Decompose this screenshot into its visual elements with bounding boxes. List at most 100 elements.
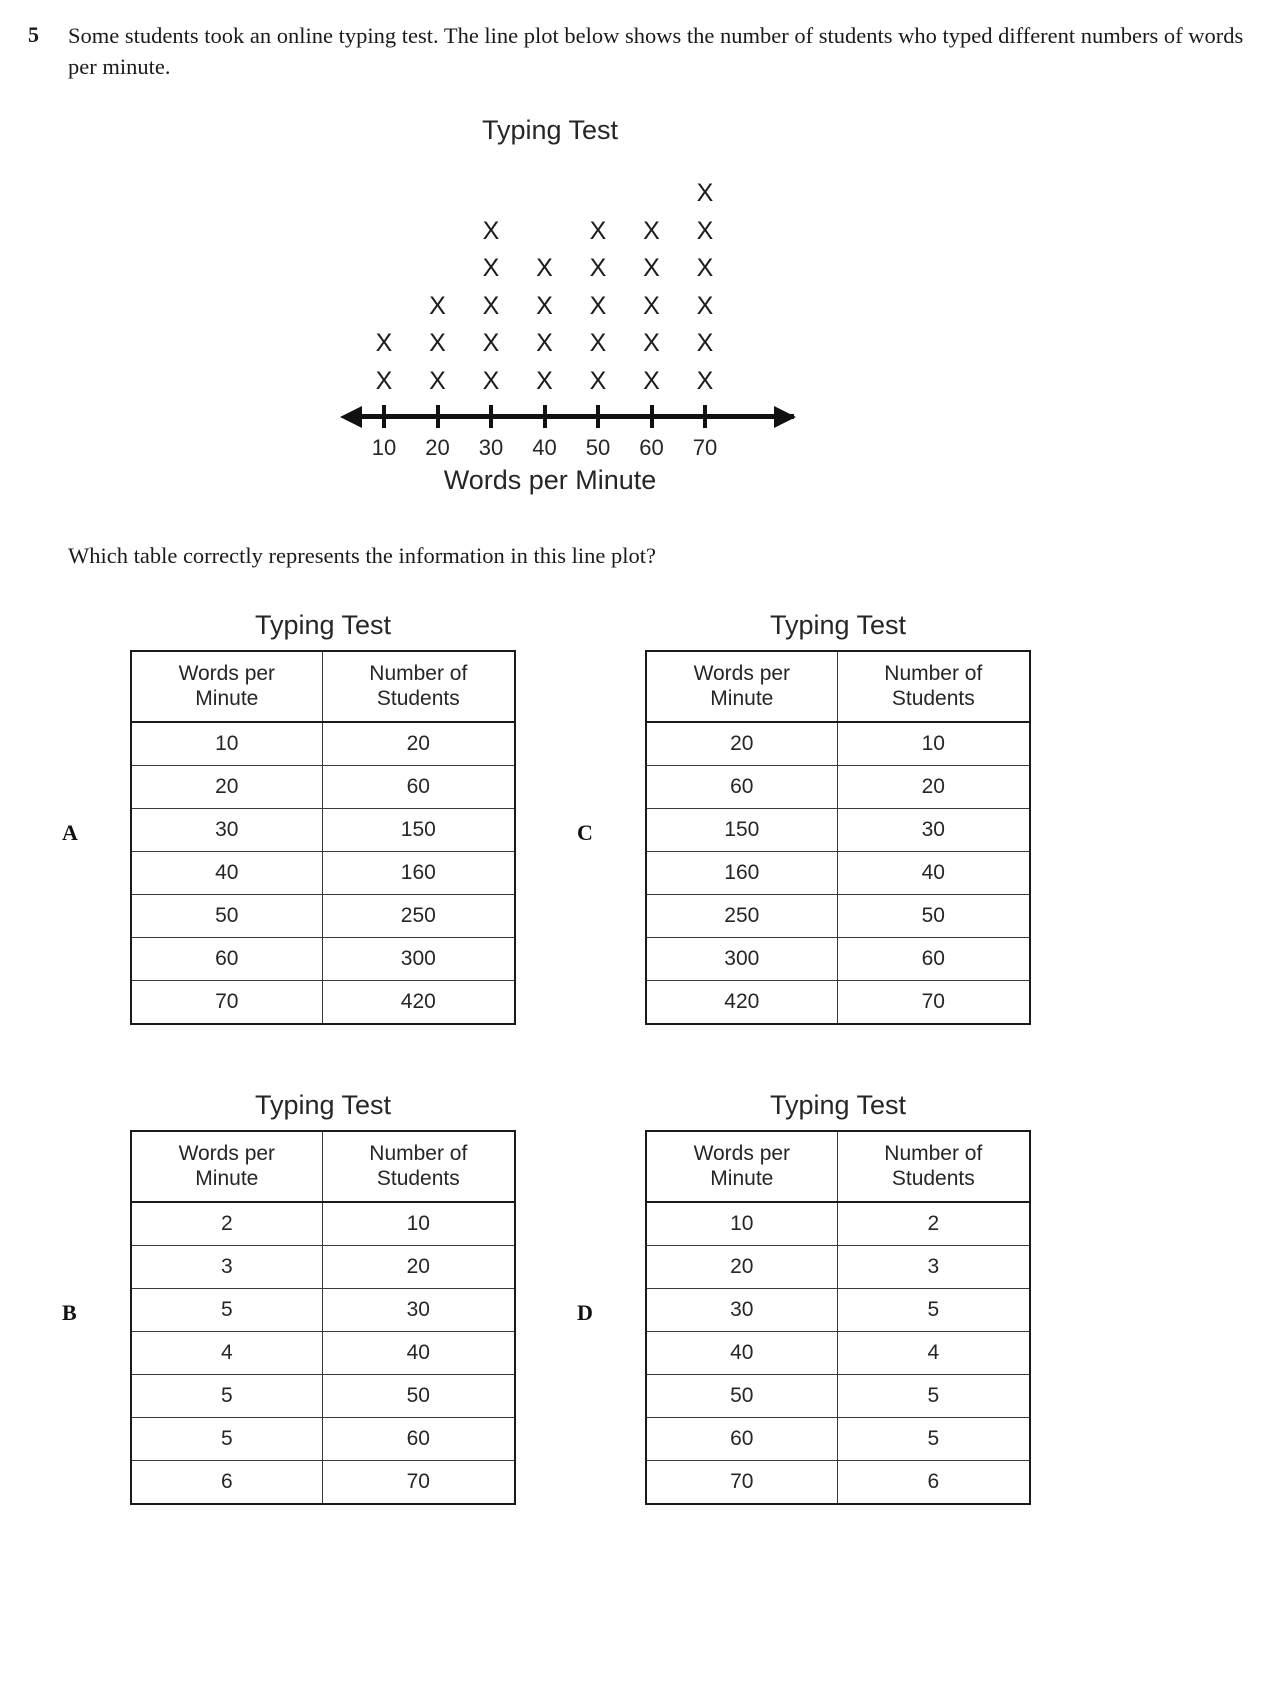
axis-tick-label: 30 <box>478 435 504 460</box>
table-cell: 20 <box>321 1245 516 1289</box>
axis-tick-label: 20 <box>425 435 450 460</box>
axis-tick <box>649 405 654 428</box>
x-mark-icon: X <box>696 291 714 320</box>
x-mark-icon: X <box>429 366 446 395</box>
option-a[interactable]: A Typing Test Words per Minute Number of Stud… <box>62 610 516 1025</box>
table-cell: 5 <box>130 1374 323 1418</box>
table-cell: 150 <box>645 808 838 852</box>
option-table[interactable]: Words per Minute Number of Students 10 2 20 3 30… <box>645 1130 1031 1505</box>
axis-tick-label: 70 <box>692 435 718 460</box>
table-row: 40 160 <box>130 851 516 895</box>
table-header-row: Words per Minute Number of Students <box>645 650 1031 723</box>
x-mark-icon: X <box>429 329 446 357</box>
column-header: Words per Minute <box>645 650 838 723</box>
table-row: 3 20 <box>130 1245 516 1289</box>
table-row: 6 70 <box>130 1460 516 1505</box>
table-row: 5 50 <box>130 1374 516 1418</box>
axis-title: Words per Minute <box>443 465 657 495</box>
table-cell: 40 <box>836 851 1031 895</box>
table-row: 60 5 <box>645 1417 1031 1461</box>
x-mark-icon: X <box>375 329 393 357</box>
option-letter: B <box>62 1300 77 1325</box>
table-cell: 5 <box>836 1288 1031 1332</box>
column-header: Words per Minute <box>130 650 323 723</box>
line-plot-axis <box>340 400 820 440</box>
table-cell: 10 <box>645 1201 838 1246</box>
x-mark-icon: X <box>536 291 553 320</box>
table-cell: 30 <box>836 808 1031 852</box>
line-plot-column: XXX <box>416 288 460 401</box>
table-cell: 10 <box>130 721 323 766</box>
option-table[interactable]: Words per Minute Number of Students 2 10 3 20 5 3… <box>130 1130 516 1505</box>
x-mark-icon: X <box>643 329 660 357</box>
option-d[interactable]: D Typing Test Words per Minute Number of Stud… <box>577 1090 1031 1505</box>
axis-tick <box>489 405 493 428</box>
table-cell: 70 <box>321 1460 516 1505</box>
column-header: Number of Students <box>836 650 1031 723</box>
table-row: 20 10 <box>645 721 1031 766</box>
x-mark-icon: X <box>482 366 500 395</box>
table-row: 60 20 <box>645 765 1031 809</box>
table-cell: 4 <box>836 1331 1031 1375</box>
column-header: Number of Students <box>836 1130 1031 1203</box>
option-table[interactable]: Words per Minute Number of Students 10 20 20 60… <box>130 650 516 1025</box>
column-header: Number of Students <box>321 650 516 723</box>
table-cell: 50 <box>645 1374 838 1418</box>
table-row: 10 2 <box>645 1201 1031 1246</box>
option-table[interactable]: Words per Minute Number of Students 20 10 60 20… <box>645 650 1031 1025</box>
line-plot-column: XXXXX <box>576 213 620 401</box>
x-mark-icon: X <box>536 366 553 395</box>
option-table-title: Typing Test <box>769 610 907 640</box>
line-plot-column: XXXXX <box>630 213 674 401</box>
table-cell: 40 <box>130 851 323 895</box>
table-cell: 2 <box>836 1201 1031 1246</box>
table-row: 70 420 <box>130 980 516 1025</box>
table-cell: 40 <box>645 1331 838 1375</box>
x-mark-icon: X <box>643 254 660 282</box>
table-cell: 20 <box>836 765 1031 809</box>
option-c[interactable]: C Typing Test Words per Minute Number of Stud… <box>577 610 1031 1025</box>
table-header-row: Words per Minute Number of Students <box>130 650 516 723</box>
table-row: 30 150 <box>130 808 516 852</box>
table-cell: 160 <box>321 851 516 895</box>
table-row: 10 20 <box>130 721 516 766</box>
table-cell: 420 <box>645 980 838 1025</box>
x-mark-icon: X <box>375 366 393 395</box>
table-cell: 20 <box>645 721 838 766</box>
axis-tick <box>703 405 707 428</box>
table-cell: 250 <box>645 894 838 938</box>
table-header-row: Words per Minute Number of Students <box>645 1130 1031 1203</box>
option-table-title: Typing Test <box>254 610 392 640</box>
question-text: Some students took an online typing test… <box>68 23 1244 79</box>
table-row: 420 70 <box>645 980 1031 1025</box>
x-mark-icon: X <box>589 329 607 357</box>
x-mark-icon: X <box>696 366 714 395</box>
x-mark-icon: X <box>643 366 660 395</box>
table-cell: 30 <box>321 1288 516 1332</box>
option-letter: C <box>577 820 593 845</box>
table-cell: 250 <box>321 894 516 938</box>
table-cell: 6 <box>130 1460 323 1505</box>
axis-arrow-right-icon <box>774 405 796 428</box>
table-cell: 30 <box>645 1288 838 1332</box>
table-cell: 300 <box>645 937 838 981</box>
option-b[interactable]: B Typing Test Words per Minute Number of Stud… <box>62 1090 516 1505</box>
x-mark-icon: X <box>536 329 553 357</box>
axis-tick-labels: 10 20 30 40 50 60 70 <box>340 435 820 465</box>
axis-tick-label: 60 <box>639 435 664 460</box>
axis-tick <box>542 405 547 428</box>
table-cell: 2 <box>130 1201 323 1246</box>
question-stem: 5 Some students took an online typing te… <box>28 20 1248 82</box>
table-cell: 20 <box>130 765 323 809</box>
table-row: 300 60 <box>645 937 1031 981</box>
x-mark-icon: X <box>482 254 500 282</box>
option-table-title: Typing Test <box>769 1090 907 1120</box>
table-row: 70 6 <box>645 1460 1031 1505</box>
column-header: Number of Students <box>321 1130 516 1203</box>
line-plot-column: XXXXX <box>469 213 513 401</box>
table-row: 250 50 <box>645 894 1031 938</box>
table-cell: 150 <box>321 808 516 852</box>
table-cell: 50 <box>836 894 1031 938</box>
x-mark-icon: X <box>536 254 553 282</box>
x-mark-icon: X <box>589 366 607 395</box>
